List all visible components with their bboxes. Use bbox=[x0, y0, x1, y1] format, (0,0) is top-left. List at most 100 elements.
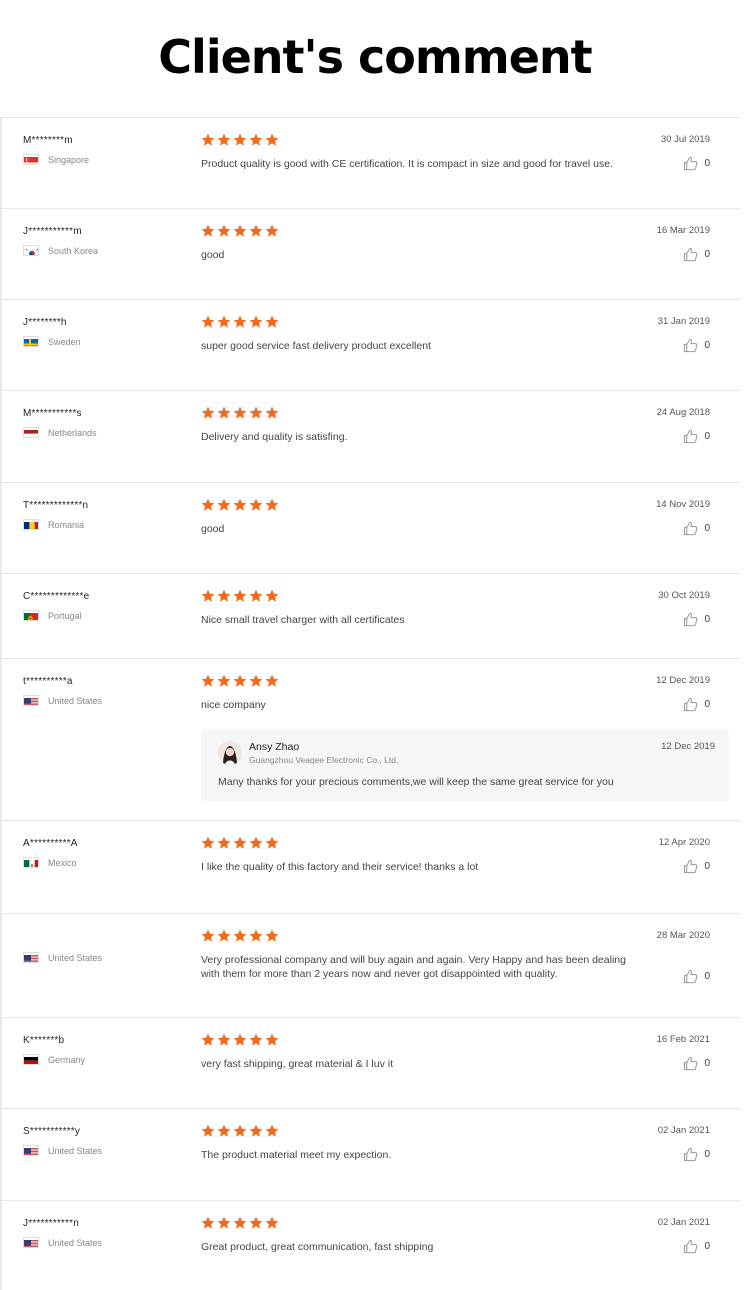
review-date: 24 Aug 2018 bbox=[656, 407, 710, 418]
star-icon bbox=[201, 498, 215, 511]
divider bbox=[0, 209, 2, 299]
star-rating bbox=[201, 1033, 281, 1047]
country-name: Portugal bbox=[48, 610, 82, 621]
thumbs-up-icon bbox=[683, 429, 698, 444]
divider bbox=[0, 659, 2, 820]
reply-author: Ansy Zhao bbox=[249, 741, 300, 753]
review-comment: Nice small travel charger with all certi… bbox=[201, 614, 405, 626]
star-icon bbox=[249, 406, 263, 419]
star-icon bbox=[249, 315, 263, 328]
review-comment: Great product, great communication, fast… bbox=[201, 1241, 434, 1253]
star-icon bbox=[249, 836, 263, 849]
star-icon bbox=[201, 589, 215, 602]
country-name: Sweden bbox=[48, 336, 81, 347]
thumbs-up-icon bbox=[683, 1147, 698, 1162]
divider bbox=[0, 300, 2, 390]
star-icon bbox=[233, 315, 247, 328]
review-comment: very fast shipping, great material & I l… bbox=[201, 1058, 393, 1070]
divider bbox=[0, 483, 2, 573]
star-icon bbox=[249, 589, 263, 602]
review-date: 02 Jan 2021 bbox=[657, 1125, 710, 1136]
star-icon bbox=[233, 674, 247, 687]
review-comment: The product material meet my expection. bbox=[201, 1149, 392, 1161]
reviewer-name: T*************n bbox=[23, 500, 89, 511]
star-icon bbox=[233, 406, 247, 419]
star-rating bbox=[201, 589, 281, 603]
star-rating bbox=[201, 929, 281, 943]
review-card: J********h Sweden super good service fast … bbox=[0, 299, 740, 390]
reviewer-country: Singapore bbox=[23, 154, 193, 165]
reviewer-info: T*************n Romania bbox=[23, 500, 193, 530]
like-button[interactable]: 0 bbox=[683, 1239, 710, 1254]
review-card: United States Very professional company a… bbox=[0, 913, 740, 1017]
like-button[interactable]: 0 bbox=[683, 612, 710, 627]
portugal-flag-icon bbox=[23, 610, 39, 621]
thumbs-up-icon bbox=[683, 612, 698, 627]
star-icon bbox=[249, 1216, 263, 1229]
reviewer-name: t**********a bbox=[23, 676, 73, 687]
star-icon bbox=[265, 498, 279, 511]
star-icon bbox=[249, 1124, 263, 1137]
thumbs-up-icon bbox=[683, 338, 698, 353]
star-icon bbox=[201, 224, 215, 237]
like-count: 0 bbox=[704, 249, 710, 260]
star-icon bbox=[201, 133, 215, 146]
country-name: Germany bbox=[48, 1054, 86, 1065]
star-icon bbox=[233, 1216, 247, 1229]
reviewer-name: M***********s bbox=[23, 408, 82, 419]
like-button[interactable]: 0 bbox=[683, 969, 710, 984]
like-count: 0 bbox=[704, 971, 710, 982]
star-rating bbox=[201, 1216, 281, 1230]
review-card: T*************n Romania good 14 Nov 2019 0 bbox=[0, 482, 740, 573]
star-icon bbox=[217, 133, 231, 146]
thumbs-up-icon bbox=[683, 1239, 698, 1254]
like-button[interactable]: 0 bbox=[683, 247, 710, 262]
like-button[interactable]: 0 bbox=[683, 156, 710, 171]
review-comment: Delivery and quality is satisfing. bbox=[201, 431, 348, 443]
star-icon bbox=[233, 836, 247, 849]
reviewer-info: United States bbox=[23, 939, 193, 963]
review-card: S***********y United States The product ma… bbox=[0, 1108, 740, 1200]
star-icon bbox=[265, 1033, 279, 1046]
like-button[interactable]: 0 bbox=[683, 1056, 710, 1071]
reviewer-name bbox=[23, 939, 193, 952]
like-button[interactable]: 0 bbox=[683, 521, 710, 536]
like-button[interactable]: 0 bbox=[683, 338, 710, 353]
reviewer-info: J***********n United States bbox=[23, 1218, 193, 1248]
thumbs-up-icon bbox=[683, 969, 698, 984]
reviewer-name: J***********n bbox=[23, 1218, 79, 1229]
star-icon bbox=[217, 589, 231, 602]
review-date: 02 Jan 2021 bbox=[657, 1217, 710, 1228]
review-comment: good bbox=[201, 249, 225, 261]
review-card: J***********m South Korea good 16 Mar 2019 0 bbox=[0, 208, 740, 299]
divider bbox=[0, 821, 2, 913]
like-button[interactable]: 0 bbox=[683, 697, 710, 712]
like-button[interactable]: 0 bbox=[683, 1147, 710, 1162]
review-comment: nice company bbox=[201, 699, 266, 711]
like-button[interactable]: 0 bbox=[683, 429, 710, 444]
star-icon bbox=[201, 1033, 215, 1046]
thumbs-up-icon bbox=[683, 247, 698, 262]
review-comment: Product quality is good with CE certific… bbox=[201, 158, 614, 170]
thumbs-up-icon bbox=[683, 1056, 698, 1071]
review-card: t**********a United States nice company 12 … bbox=[0, 658, 740, 820]
star-rating bbox=[201, 498, 281, 512]
like-count: 0 bbox=[704, 523, 710, 534]
star-icon bbox=[201, 1216, 215, 1229]
star-icon bbox=[217, 1216, 231, 1229]
star-icon bbox=[201, 929, 215, 942]
star-icon bbox=[233, 1033, 247, 1046]
star-icon bbox=[201, 315, 215, 328]
star-icon bbox=[265, 929, 279, 942]
star-icon bbox=[233, 1124, 247, 1137]
reviewer-info: t**********a United States bbox=[23, 676, 193, 706]
reply-date: 12 Dec 2019 bbox=[661, 741, 715, 752]
review-comment: I like the quality of this factory and t… bbox=[201, 861, 479, 873]
us-flag-icon bbox=[23, 952, 39, 963]
star-icon bbox=[249, 133, 263, 146]
reviewer-country: South Korea bbox=[23, 245, 193, 256]
like-count: 0 bbox=[704, 699, 710, 710]
star-icon bbox=[217, 1033, 231, 1046]
like-button[interactable]: 0 bbox=[683, 859, 710, 874]
divider bbox=[0, 574, 2, 658]
